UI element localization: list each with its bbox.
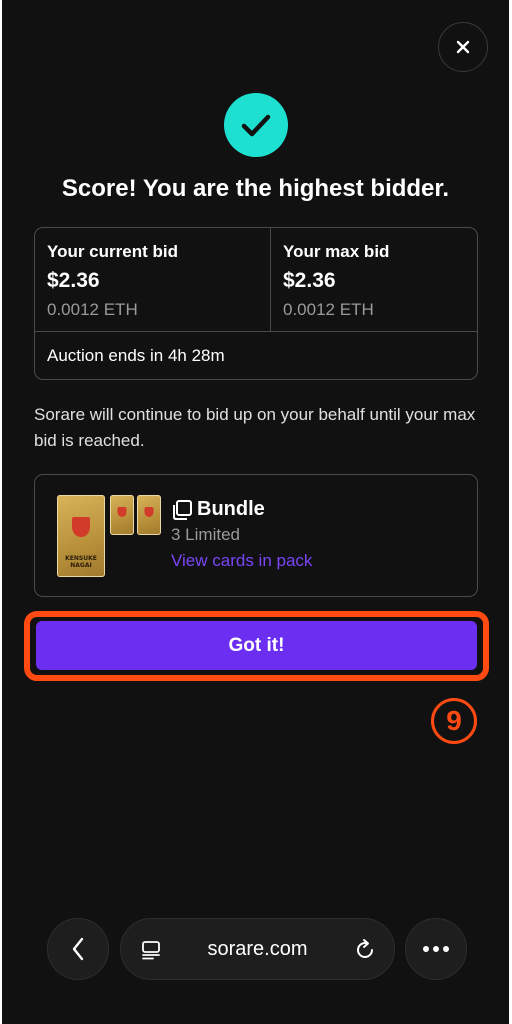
current-bid-label: Your current bid (47, 242, 178, 261)
bundle-subtitle: 3 Limited (171, 525, 240, 544)
check-icon (241, 114, 271, 137)
max-bid-eth: 0.0012 ETH (283, 300, 374, 319)
more-button[interactable] (405, 918, 467, 980)
step-marker: 9 (431, 698, 477, 744)
current-bid-usd: $2.36 (47, 269, 100, 292)
address-bar[interactable]: sorare.com (120, 918, 395, 980)
player-card-image (137, 495, 161, 535)
close-icon (456, 40, 470, 54)
current-bid-eth: 0.0012 ETH (47, 300, 138, 319)
chevron-left-icon (72, 937, 84, 961)
max-bid-panel: Your max bid $2.36 0.0012 ETH (271, 228, 477, 332)
club-crest-icon (72, 517, 90, 537)
got-it-button[interactable]: Got it! (36, 621, 477, 670)
close-button[interactable] (438, 22, 488, 72)
success-badge (224, 93, 288, 157)
more-icon (423, 946, 449, 952)
bid-row: Your current bid $2.36 0.0012 ETH Your m… (35, 228, 477, 332)
modal-headline: Score! You are the highest bidder. (61, 175, 450, 202)
player-card-image: KENSUKE NAGAI (57, 495, 105, 577)
current-bid-panel: Your current bid $2.36 0.0012 ETH (35, 228, 271, 332)
player-card-image (110, 495, 134, 535)
card-player-name: KENSUKE NAGAI (65, 555, 97, 569)
modal-screen: Score! You are the highest bidder. Your … (2, 0, 509, 1024)
auction-ends: Auction ends in 4h 28m (47, 346, 225, 365)
club-crest-icon (117, 507, 127, 517)
bundle-title: Bundle (197, 498, 265, 520)
bundle-card: KENSUKE NAGAI Bundle 3 Limited View card… (34, 474, 478, 597)
info-text: Sorare will continue to bid up on your b… (34, 405, 476, 450)
copy-icon (173, 500, 192, 520)
bid-summary: Your current bid $2.36 0.0012 ETH Your m… (34, 227, 478, 380)
club-crest-icon (144, 507, 154, 517)
reload-icon[interactable] (353, 938, 377, 962)
view-cards-link[interactable]: View cards in pack (171, 551, 312, 571)
max-bid-label: Your max bid (283, 242, 390, 261)
max-bid-usd: $2.36 (283, 269, 336, 292)
back-button[interactable] (47, 918, 109, 980)
